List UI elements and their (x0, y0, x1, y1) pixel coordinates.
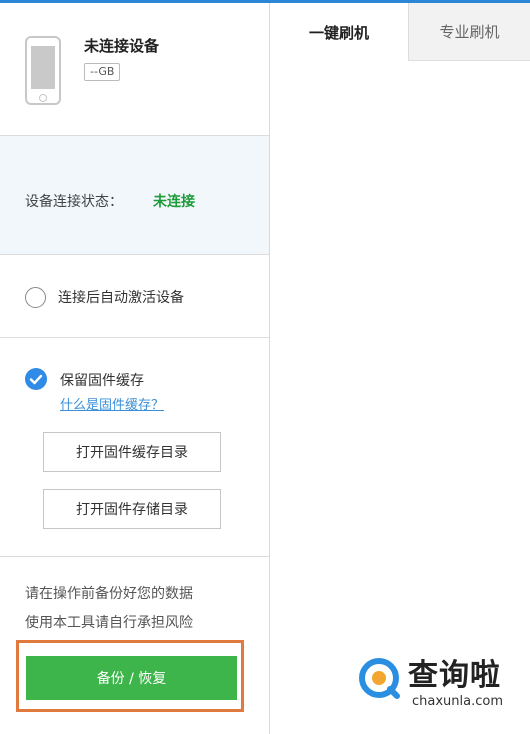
what-is-firmware-cache-link[interactable]: 什么是固件缓存？ (60, 394, 164, 413)
tab-pro-flash[interactable]: 专业刷机 (408, 3, 530, 61)
connection-status-label: 设备连接状态： (25, 194, 123, 210)
phone-home-button (39, 94, 47, 102)
risk-warning-text: 使用本工具请自行承担风险 (25, 615, 193, 631)
auto-activate-label[interactable]: 连接后自动激活设备 (58, 287, 184, 307)
auto-activate-radio[interactable] (25, 287, 46, 308)
checkmark-icon (29, 374, 43, 385)
watermark-url: chaxunla.com (412, 694, 503, 709)
auto-activate-section: 连接后自动激活设备 (0, 255, 269, 338)
watermark-logo-icon (359, 658, 400, 699)
phone-icon (25, 36, 61, 105)
watermark-title: 查询啦 (408, 658, 501, 693)
phone-screen (31, 46, 55, 89)
device-name: 未连接设备 (84, 37, 160, 55)
keep-firmware-checkbox[interactable] (25, 368, 47, 390)
backup-restore-button[interactable]: 备份 / 恢复 (26, 656, 237, 700)
device-section: 未连接设备 --GB (0, 3, 269, 136)
connection-status-value: 未连接 (153, 194, 195, 210)
open-storage-dir-button[interactable]: 打开固件存储目录 (43, 489, 221, 529)
connection-status-section: 设备连接状态： 未连接 (0, 136, 269, 255)
device-capacity-badge: --GB (84, 63, 121, 81)
keep-firmware-label[interactable]: 保留固件缓存 (60, 370, 144, 390)
backup-warning-text: 请在操作前备份好您的数据 (25, 586, 193, 602)
open-cache-dir-button[interactable]: 打开固件缓存目录 (43, 432, 221, 472)
tab-one-click-flash[interactable]: 一键刷机 (270, 3, 408, 61)
mode-tabs: 一键刷机 专业刷机 (270, 3, 530, 61)
firmware-cache-section: 保留固件缓存 什么是固件缓存？ 打开固件缓存目录 打开固件存储目录 (0, 338, 269, 557)
